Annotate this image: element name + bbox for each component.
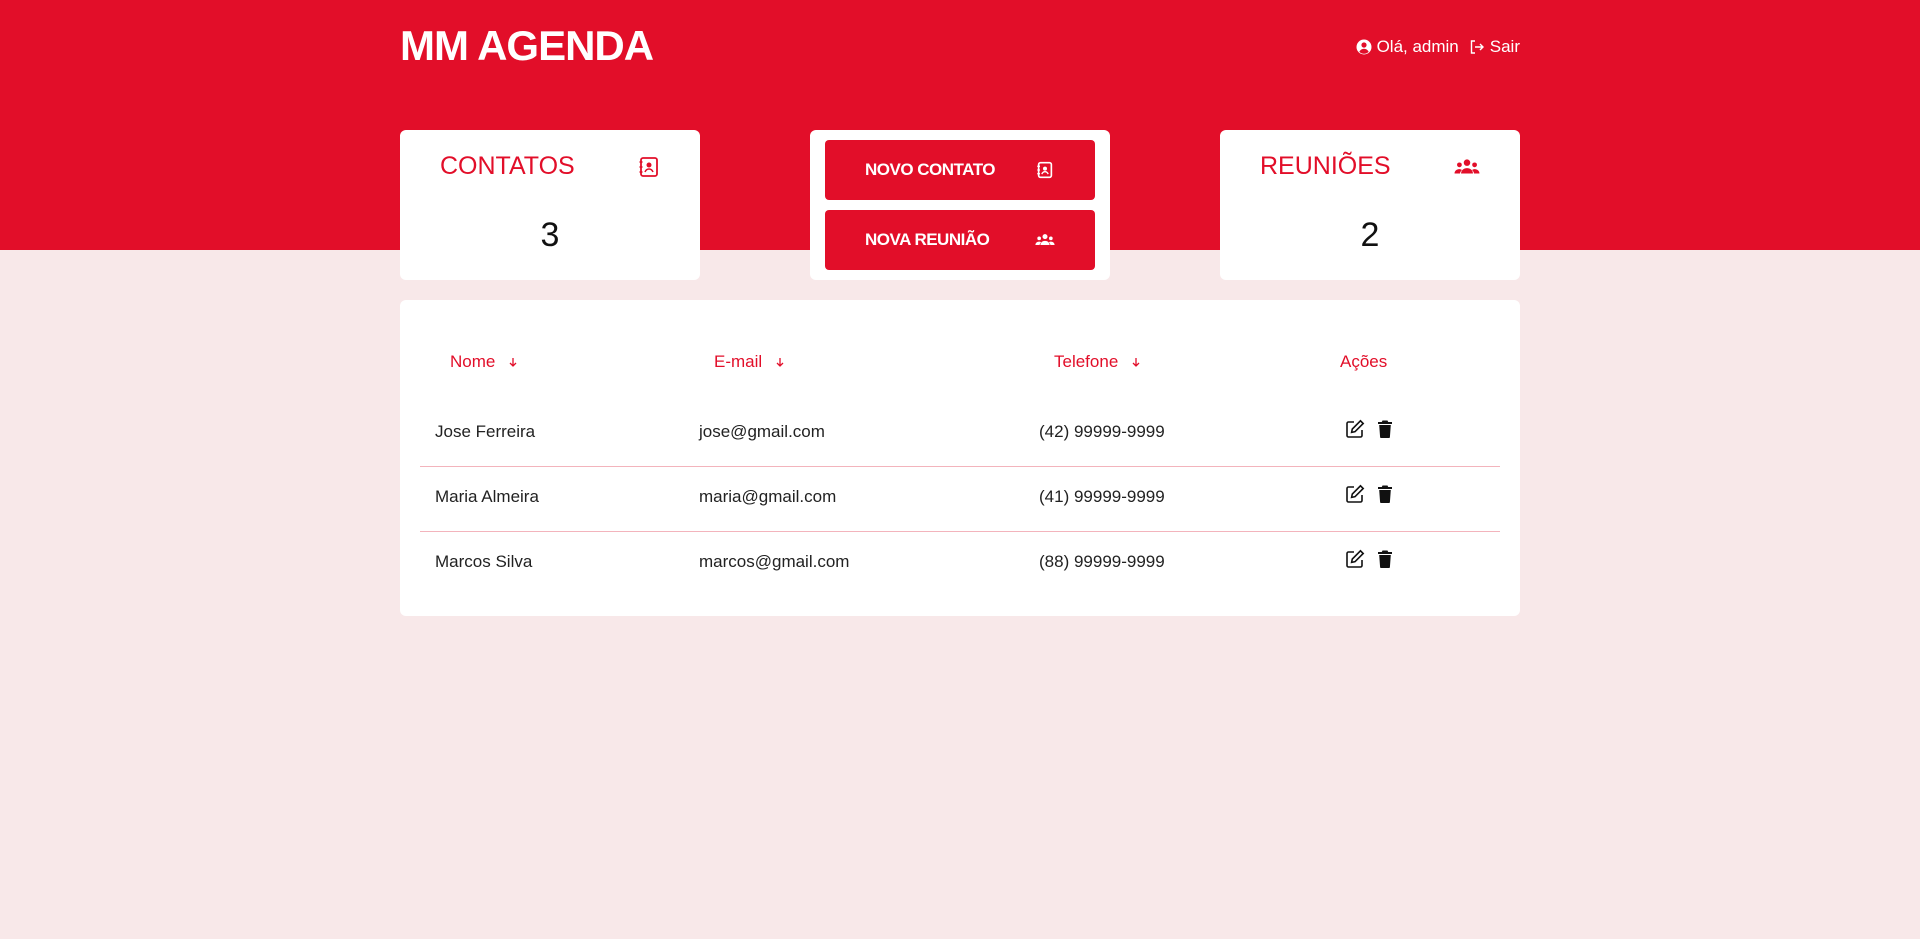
new-contact-button[interactable]: NOVO CONTATO — [825, 140, 1095, 200]
column-header-email[interactable]: E-mail — [714, 352, 786, 372]
table-row: Marcos Silva marcos@gmail.com (88) 99999… — [420, 532, 1500, 597]
user-greeting: Olá, admin — [1356, 37, 1459, 57]
row-actions — [1345, 419, 1395, 439]
delete-button[interactable] — [1375, 484, 1395, 504]
app-logo: MM AGENDA — [400, 22, 654, 69]
new-contact-label: NOVO CONTATO — [865, 160, 996, 179]
greeting-text: Olá, admin — [1376, 37, 1459, 56]
contacts-count: 3 — [540, 216, 560, 254]
logout-link[interactable]: Sair — [1469, 37, 1520, 57]
trash-icon — [1378, 485, 1392, 504]
edit-button[interactable] — [1345, 419, 1365, 439]
contacts-stat-card: CONTATOS 3 — [400, 130, 700, 280]
sign-out-icon — [1470, 40, 1484, 54]
contact-name: Maria Almeira — [435, 487, 539, 506]
row-actions — [1345, 549, 1395, 569]
users-icon — [1035, 234, 1055, 245]
users-icon — [1454, 159, 1480, 174]
edit-button[interactable] — [1345, 549, 1365, 569]
column-header-email-label: E-mail — [714, 352, 763, 371]
main-container: MM AGENDA Olá, admin Sair CONTATOS 3 NOV… — [400, 0, 1520, 939]
address-book-icon — [639, 157, 658, 177]
contact-phone: (42) 99999-9999 — [1039, 422, 1165, 441]
trash-icon — [1378, 550, 1392, 569]
contact-email: marcos@gmail.com — [699, 552, 850, 571]
contact-name: Jose Ferreira — [435, 422, 536, 441]
column-header-name[interactable]: Nome — [450, 352, 519, 372]
meetings-title: REUNIÕES — [1260, 152, 1391, 180]
sort-arrow-down-icon — [776, 358, 784, 367]
contact-phone: (41) 99999-9999 — [1039, 487, 1165, 506]
trash-icon — [1378, 420, 1392, 439]
sort-arrow-down-icon — [1132, 358, 1140, 367]
sort-arrow-down-icon — [509, 358, 517, 367]
table-row: Maria Almeira maria@gmail.com (41) 99999… — [420, 467, 1500, 532]
column-header-name-label: Nome — [450, 352, 496, 371]
table-row: Jose Ferreira jose@gmail.com (42) 99999-… — [420, 402, 1500, 467]
edit-icon — [1346, 419, 1365, 438]
contact-phone: (88) 99999-9999 — [1039, 552, 1165, 571]
user-circle-icon — [1356, 39, 1372, 55]
contact-email: jose@gmail.com — [699, 422, 825, 441]
edit-icon — [1346, 484, 1365, 503]
contact-email: maria@gmail.com — [699, 487, 837, 506]
contacts-title: CONTATOS — [440, 152, 575, 180]
delete-button[interactable] — [1375, 549, 1395, 569]
contacts-table: Nome E-mail Telefone Ações Jose Ferreira… — [400, 300, 1520, 616]
meetings-stat-card: REUNIÕES 2 — [1220, 130, 1520, 280]
meetings-count: 2 — [1360, 216, 1380, 254]
user-menu: Olá, admin Sair — [1356, 37, 1520, 57]
contact-name: Marcos Silva — [435, 552, 533, 571]
column-header-actions: Ações — [1340, 352, 1387, 372]
row-actions — [1345, 484, 1395, 504]
logout-label: Sair — [1489, 37, 1520, 56]
quick-actions-card: NOVO CONTATO NOVA REUNIÃO — [810, 130, 1110, 280]
edit-button[interactable] — [1345, 484, 1365, 504]
column-header-actions-label: Ações — [1340, 352, 1388, 371]
column-header-phone-label: Telefone — [1054, 352, 1119, 371]
edit-icon — [1346, 549, 1365, 568]
new-meeting-label: NOVA REUNIÃO — [865, 230, 990, 249]
new-meeting-button[interactable]: NOVA REUNIÃO — [825, 210, 1095, 270]
delete-button[interactable] — [1375, 419, 1395, 439]
address-book-icon — [1037, 161, 1053, 179]
column-header-phone[interactable]: Telefone — [1054, 352, 1142, 372]
